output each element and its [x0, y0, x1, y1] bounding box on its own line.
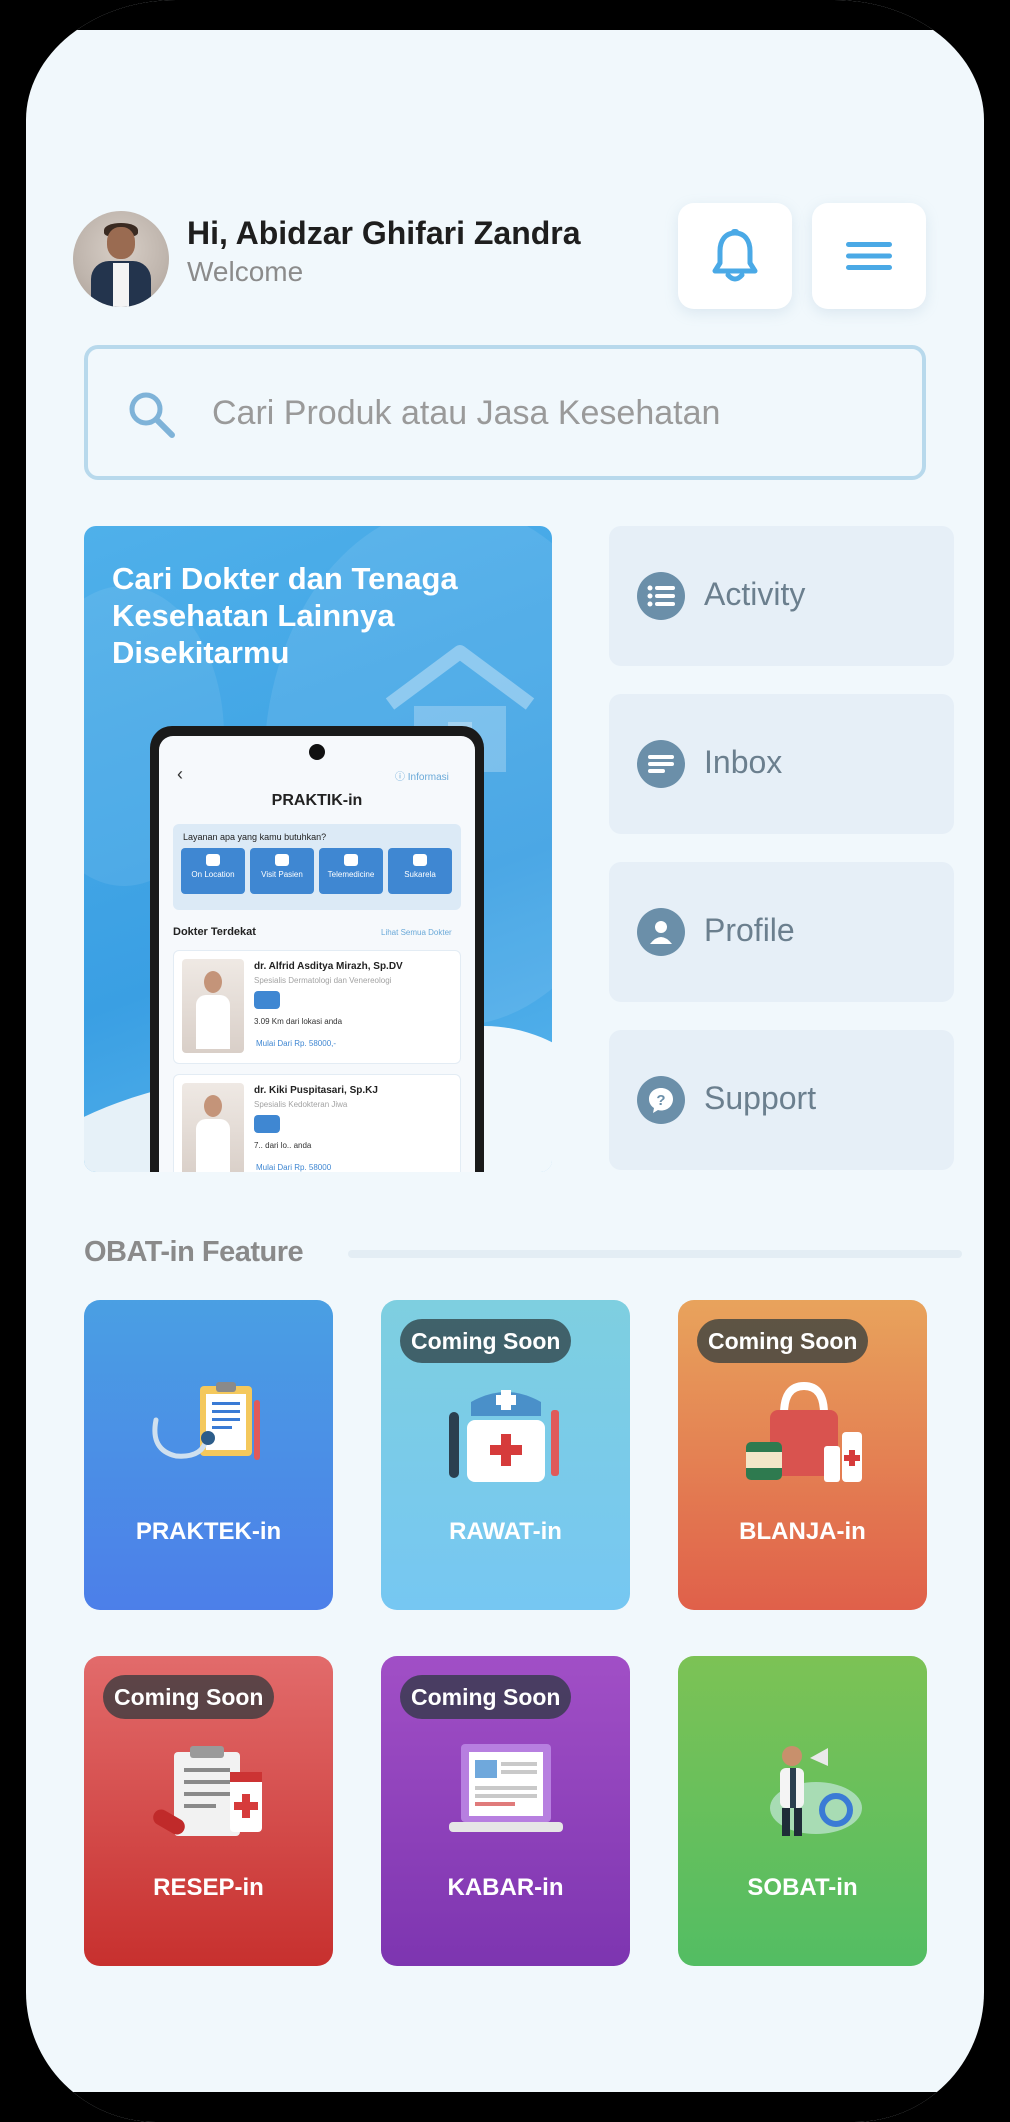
section-title: OBAT-in Feature	[84, 1236, 304, 1268]
menu-item-label: Activity	[704, 576, 806, 612]
app-preview-phone: ‹ ⓘ Informasi PRAKTIK-in Layanan apa yan…	[150, 726, 484, 1172]
medical-kit-icon	[449, 1390, 559, 1482]
feature-kabar-in[interactable]: Coming Soon KABAR-in	[381, 1656, 630, 1966]
feature-blanja-in[interactable]: Coming Soon BLANJA-in	[678, 1300, 927, 1610]
phone-frame: Hi, Abidzar Ghifari Zandra Welcome Cari …	[0, 0, 1010, 2122]
help-icon: ?	[637, 1076, 685, 1124]
app-screen: Hi, Abidzar Ghifari Zandra Welcome Cari …	[26, 0, 984, 2122]
feature-label: KABAR-in	[447, 1874, 564, 1901]
location-pin-icon	[254, 991, 280, 1009]
feature-label: RESEP-in	[153, 1874, 264, 1901]
hamburger-icon	[846, 242, 892, 270]
preview-see-all: Lihat Semua Dokter	[381, 928, 452, 937]
preview-service: Telemedicine	[319, 848, 383, 894]
preview-nearby-heading: Dokter Terdekat	[173, 926, 256, 938]
list-icon	[637, 572, 685, 620]
feature-label: RAWAT-in	[449, 1518, 562, 1545]
feature-praktek-in[interactable]: PRAKTEK-in	[84, 1300, 333, 1610]
coming-soon-badge: Coming Soon	[400, 1675, 572, 1719]
bell-icon	[712, 229, 758, 282]
search-input[interactable]	[212, 385, 892, 441]
feature-label: BLANJA-in	[739, 1518, 866, 1545]
preview-info: ⓘ Informasi	[395, 772, 449, 783]
feature-label: SOBAT-in	[747, 1874, 858, 1901]
message-icon	[637, 740, 685, 788]
feature-rawat-in[interactable]: Coming Soon RAWAT-in	[381, 1300, 630, 1610]
coming-soon-badge: Coming Soon	[103, 1675, 275, 1719]
menu-item-profile[interactable]: Profile	[609, 862, 954, 1002]
coming-soon-badge: Coming Soon	[697, 1319, 869, 1363]
preview-question: Layanan apa yang kamu butuhkan?	[183, 832, 327, 842]
back-arrow-icon: ‹	[177, 764, 183, 784]
bottom-bar-area	[26, 2092, 984, 2122]
menu-item-label: Support	[704, 1080, 817, 1116]
feature-label: PRAKTEK-in	[135, 1518, 282, 1545]
search-icon	[129, 392, 175, 438]
preview-doctor-card: dr. Alfrid Asditya Mirazh, Sp.DV Spesial…	[173, 950, 461, 1064]
preview-services-panel: Layanan apa yang kamu butuhkan? On Locat…	[173, 824, 461, 910]
svg-text:?: ?	[656, 1092, 665, 1109]
preview-service: On Location	[181, 848, 245, 894]
menu-item-support[interactable]: ? Support	[609, 1030, 954, 1170]
location-pin-icon	[254, 1115, 280, 1133]
search-bar[interactable]	[84, 345, 926, 480]
notification-button[interactable]	[678, 203, 792, 309]
menu-item-label: Profile	[704, 912, 795, 948]
menu-button[interactable]	[812, 203, 926, 309]
preview-service: Visit Pasien	[250, 848, 314, 894]
promo-banner[interactable]: Cari Dokter dan Tenaga Kesehatan Lainnya…	[84, 526, 552, 1172]
menu-item-inbox[interactable]: Inbox	[609, 694, 954, 834]
preview-doctor-card: dr. Kiki Puspitasari, Sp.KJ Spesialis Ke…	[173, 1074, 461, 1172]
shopping-bag-icon	[746, 1381, 862, 1482]
preview-service: Sukarela	[388, 848, 452, 894]
avatar[interactable]	[73, 211, 169, 307]
coming-soon-badge: Coming Soon	[400, 1319, 572, 1363]
greeting-title: Hi, Abidzar Ghifari Zandra	[187, 215, 581, 251]
section-divider	[348, 1250, 962, 1258]
menu-item-label: Inbox	[704, 744, 783, 780]
prescription-icon	[153, 1746, 262, 1836]
news-laptop-icon	[449, 1744, 563, 1832]
user-icon	[637, 908, 685, 956]
greeting-subtitle: Welcome	[187, 256, 304, 287]
feature-resep-in[interactable]: Coming Soon RESEP-in	[84, 1656, 333, 1966]
stethoscope-clipboard-icon	[152, 1382, 260, 1460]
preview-title: PRAKTIK-in	[271, 792, 363, 809]
feature-sobat-in[interactable]: SOBAT-in	[678, 1656, 927, 1966]
status-bar-area	[26, 0, 984, 30]
community-person-icon	[770, 1746, 862, 1836]
menu-item-activity[interactable]: Activity	[609, 526, 954, 666]
